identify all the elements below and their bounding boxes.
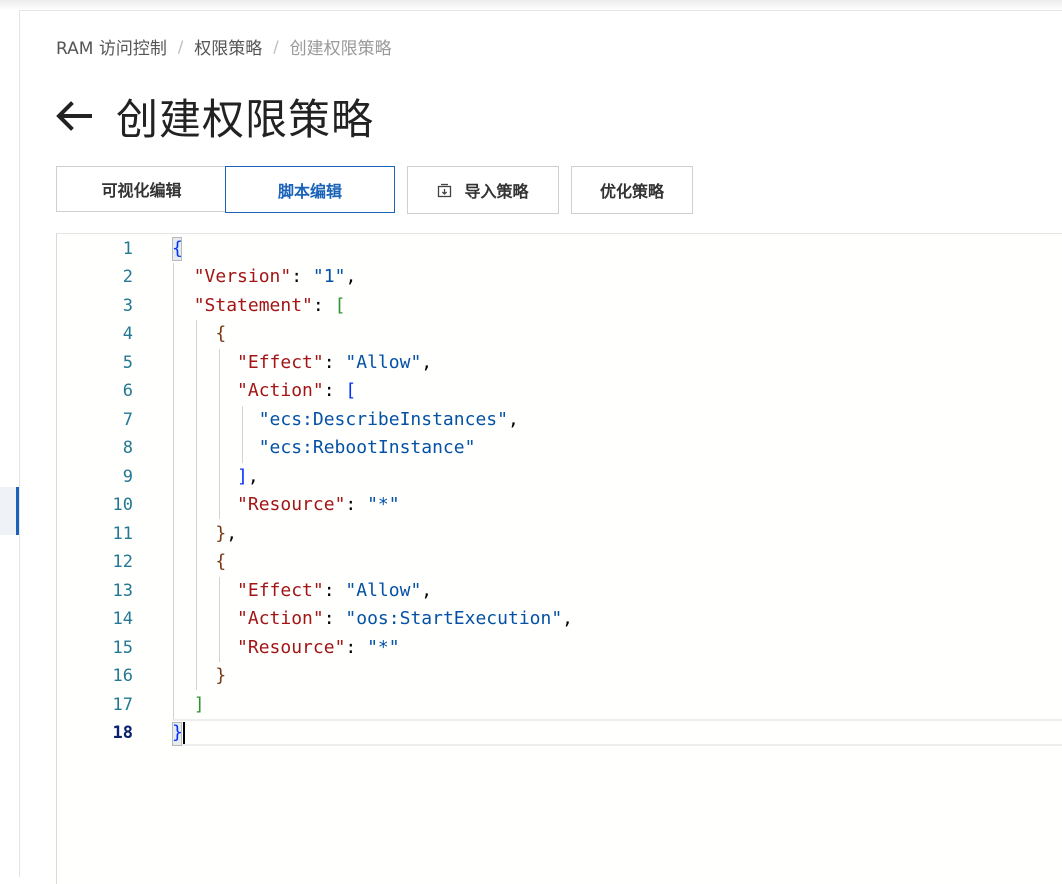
import-icon — [438, 183, 452, 197]
line-number: 15 — [112, 638, 133, 658]
side-nav-active-indicator — [16, 487, 19, 535]
json-key: "Resource" — [237, 494, 346, 515]
title-row: 创建权限策略 — [54, 88, 374, 144]
code-line-7: "ecs:DescribeInstances", — [258, 409, 519, 430]
code-line-1: { — [172, 235, 183, 263]
json-key: "Version" — [193, 266, 292, 287]
code-line-14: "Action": "oos:StartExecution", — [237, 608, 574, 629]
line-number: 5 — [122, 353, 133, 373]
line-number: 12 — [112, 552, 133, 572]
json-key: "Effect" — [237, 580, 324, 601]
json-key: "Action" — [237, 608, 324, 629]
breadcrumb-current: 创建权限策略 — [289, 38, 392, 59]
line-number: 9 — [122, 467, 133, 487]
breadcrumb: RAM 访问控制 / 权限策略 / 创建权限策略 — [56, 34, 392, 59]
json-string: "*" — [367, 494, 400, 515]
json-string: "Allow" — [345, 580, 422, 601]
breadcrumb-ram[interactable]: RAM 访问控制 — [56, 34, 167, 59]
code-line-16: } — [215, 665, 227, 686]
json-string: "oos:StartExecution" — [345, 608, 563, 629]
line-number: 16 — [112, 666, 133, 686]
tab-script-edit[interactable]: 脚本编辑 — [225, 166, 395, 213]
json-string: "1" — [312, 266, 346, 287]
line-number-active: 18 — [112, 723, 133, 743]
line-number: 2 — [122, 267, 133, 287]
line-number: 1 — [122, 239, 133, 259]
code-line-4: { — [215, 323, 227, 344]
top-bar-shadow — [0, 0, 1062, 11]
line-number: 7 — [122, 410, 133, 430]
json-key: "Resource" — [237, 637, 346, 658]
json-string: "ecs:DescribeInstances" — [258, 409, 508, 430]
import-policy-label: 导入策略 — [464, 182, 529, 201]
line-number: 8 — [122, 438, 133, 458]
json-key: "Effect" — [237, 352, 324, 373]
line-number: 3 — [122, 296, 133, 316]
line-number: 11 — [112, 524, 133, 544]
json-string: "ecs:RebootInstance" — [258, 437, 476, 458]
code-line-13: "Effect": "Allow", — [237, 580, 433, 601]
import-policy-button[interactable]: 导入策略 — [407, 166, 559, 214]
brace-close: } — [172, 722, 183, 743]
code-editor[interactable]: 1 2 3 4 5 6 7 8 9 10 11 12 13 14 15 16 1… — [56, 233, 1062, 884]
line-number: 10 — [112, 495, 133, 515]
text-cursor — [183, 722, 185, 744]
line-number: 14 — [112, 609, 133, 629]
code-line-6: "Action": [ — [237, 380, 357, 401]
code-line-3: "Statement": [ — [193, 295, 346, 316]
json-key: "Action" — [237, 380, 324, 401]
json-string: "*" — [367, 637, 400, 658]
line-number: 4 — [122, 324, 133, 344]
side-nav-rail — [0, 10, 20, 877]
breadcrumb-policies[interactable]: 权限策略 — [194, 34, 262, 59]
code-line-8: "ecs:RebootInstance" — [172, 434, 476, 462]
line-number-gutter: 1 2 3 4 5 6 7 8 9 10 11 12 13 14 15 16 1… — [57, 234, 157, 884]
brace-open: { — [172, 238, 183, 259]
tab-visual-edit[interactable]: 可视化编辑 — [56, 166, 226, 212]
optimize-policy-button[interactable]: 优化策略 — [571, 166, 693, 214]
page-title: 创建权限策略 — [116, 94, 375, 144]
code-line-5: "Effect": "Allow", — [237, 352, 433, 373]
json-key: "Statement" — [193, 295, 313, 316]
code-line-18: } — [172, 719, 183, 747]
code-line-12: { — [215, 551, 227, 572]
code-line-10: "Resource": "*" — [237, 494, 400, 515]
breadcrumb-separator: / — [177, 36, 184, 56]
code-line-2: "Version": "1", — [193, 266, 357, 287]
code-line-11: }, — [215, 523, 238, 544]
code-line-9: ], — [237, 466, 259, 487]
arrow-left-icon[interactable] — [54, 96, 94, 136]
line-number: 17 — [112, 695, 133, 715]
line-number: 13 — [112, 581, 133, 601]
code-line-15: "Resource": "*" — [237, 637, 400, 658]
code-line-17: ] — [193, 694, 205, 715]
line-number: 6 — [122, 381, 133, 401]
side-nav-active-item[interactable] — [0, 487, 16, 535]
breadcrumb-separator: / — [273, 36, 279, 56]
json-string: "Allow" — [345, 352, 422, 373]
code-lines: { "Version": "1", "Statement": [ { "Effe… — [172, 234, 1062, 884]
